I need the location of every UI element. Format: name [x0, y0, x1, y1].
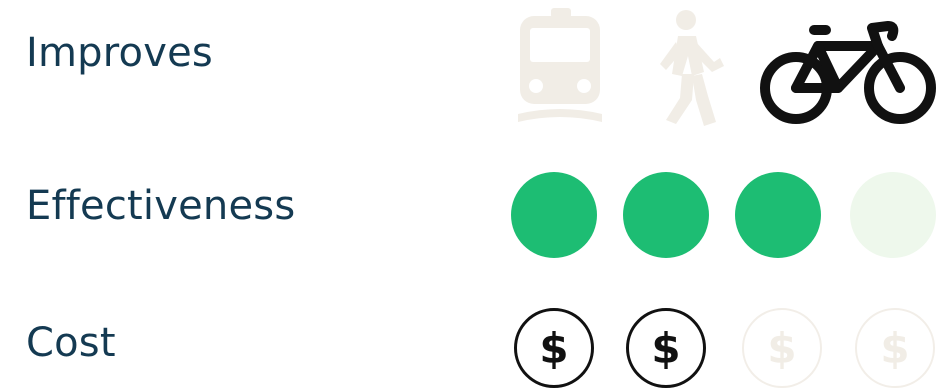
effectiveness-label: Effectiveness: [26, 183, 296, 229]
pedestrian-icon: [660, 10, 724, 126]
dollar-icon: $: [626, 308, 706, 388]
effectiveness-dot-empty: [850, 172, 936, 258]
dollar-icon: $: [514, 308, 594, 388]
effectiveness-dot-filled: [623, 172, 709, 258]
effectiveness-dot-filled: [735, 172, 821, 258]
train-icon: [518, 8, 602, 122]
improves-label: Improves: [26, 30, 213, 76]
dollar-icon-inactive: $: [855, 308, 935, 388]
dollar-icon-inactive: $: [742, 308, 822, 388]
bicycle-icon: [760, 21, 936, 124]
rating-card: Improves Effectiveness Cost $ $ $ $: [0, 0, 938, 389]
cost-label: Cost: [26, 320, 116, 366]
effectiveness-dot-filled: [511, 172, 597, 258]
